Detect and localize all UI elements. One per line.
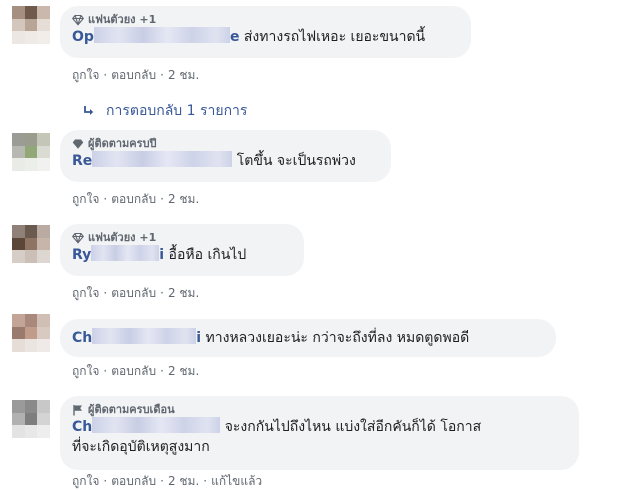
reply-link[interactable]: ตอบกลับ [111,364,156,378]
diamond-icon [72,14,84,26]
reply-link[interactable]: ตอบกลับ [111,68,156,82]
comment-text: จะงกกันไปถึงไหน แบ่งใส่อีกคันก็ได้ โอกาส [224,419,482,435]
comment-text-continued: ที่จะเกิดอุบัติเหตุสูงมาก [72,439,210,455]
timestamp[interactable]: 2 ชม. [168,192,199,206]
comment-actions: ถูกใจ · ตอบกลับ · 2 ชม. [72,68,200,82]
view-replies-link[interactable]: การตอบกลับ 1 รายการ [82,101,247,121]
comment-bubble: แฟนตัวยง +1 Op e ส่งทางรถไฟเหอะ เยอะขนาดน… [60,6,471,58]
timestamp[interactable]: 2 ชม. [168,68,199,82]
avatar[interactable] [12,400,50,438]
comment-bubble: ผู้ติดตามครบปี Re โตขึ้น จะเป็นรถพ่วง [60,130,391,182]
author-name[interactable]: Ch [72,417,221,435]
author-name[interactable]: Re [72,151,233,169]
diamond-icon [72,232,84,244]
comment-text: อื้อหือ เกินไป [168,247,247,263]
like-link[interactable]: ถูกใจ [72,286,99,300]
flag-icon [72,404,84,416]
redacted-name-blur [92,151,233,167]
badge-label: ผู้ติดตามครบเดือน [88,403,175,416]
avatar[interactable] [12,133,50,171]
fan-badge[interactable]: แฟนตัวยง +1 [72,12,459,27]
avatar[interactable] [12,6,50,44]
reply-arrow-icon [82,104,96,118]
comment-actions: ถูกใจ · ตอบกลับ · 2 ชม. [72,286,200,300]
redacted-name-blur [91,245,160,261]
fan-badge[interactable]: แฟนตัวยง +1 [72,230,292,245]
reply-link[interactable]: ตอบกลับ [111,474,156,488]
comment-text: โตขึ้น จะเป็นรถพ่วง [236,153,356,169]
avatar[interactable] [12,225,50,263]
follower-badge[interactable]: ผู้ติดตามครบเดือน [72,402,567,417]
like-link[interactable]: ถูกใจ [72,68,99,82]
comment-actions: ถูกใจ · ตอบกลับ · 2 ชม. · แก้ไขแล้ว [72,474,263,488]
avatar[interactable] [12,314,50,352]
redacted-name-blur [92,417,221,433]
comment-actions: ถูกใจ · ตอบกลับ · 2 ชม. [72,364,200,378]
edited-label[interactable]: แก้ไขแล้ว [211,474,262,488]
timestamp[interactable]: 2 ชม. [168,364,199,378]
comment-actions: ถูกใจ · ตอบกลับ · 2 ชม. [72,192,200,206]
follower-badge[interactable]: ผู้ติดตามครบปี [72,136,379,151]
author-name[interactable]: Op e [72,27,239,45]
redacted-name-blur [93,27,230,43]
comment-text: ทางหลวงเยอะน่ะ กว่าจะถึงที่ลง หมดตูดพอดี [205,330,470,346]
author-name[interactable]: Ch i [72,328,201,346]
badge-label: แฟนตัวยง +1 [88,13,157,26]
comment-bubble: Ch i ทางหลวงเยอะน่ะ กว่าจะถึงที่ลง หมดตูด… [60,319,556,357]
like-link[interactable]: ถูกใจ [72,364,99,378]
reply-link[interactable]: ตอบกลับ [111,192,156,206]
timestamp[interactable]: 2 ชม. [168,474,199,488]
replies-count-label: การตอบกลับ 1 รายการ [106,103,248,119]
reply-link[interactable]: ตอบกลับ [111,286,156,300]
badge-label: แฟนตัวยง +1 [88,231,157,244]
timestamp[interactable]: 2 ชม. [168,286,199,300]
like-link[interactable]: ถูกใจ [72,474,99,488]
comment-bubble: แฟนตัวยง +1 Ry i อื้อหือ เกินไป [60,224,304,276]
comment-text: ส่งทางรถไฟเหอะ เยอะขนาดนี้ [243,29,426,45]
comment-bubble: ผู้ติดตามครบเดือน Ch จะงกกันไปถึงไหน แบ่… [60,396,579,470]
gem-icon [72,138,84,150]
redacted-name-blur [92,328,197,344]
like-link[interactable]: ถูกใจ [72,192,99,206]
author-name[interactable]: Ry i [72,245,164,263]
badge-label: ผู้ติดตามครบปี [88,137,157,150]
